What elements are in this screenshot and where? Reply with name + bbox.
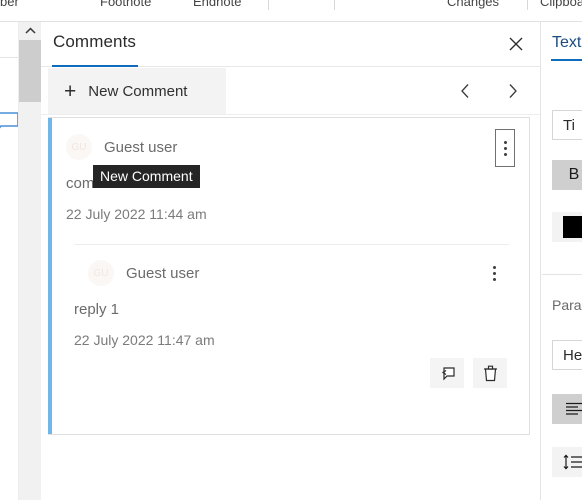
reply-text: reply 1 bbox=[74, 301, 120, 318]
comment-author-row: GU Guest user bbox=[66, 128, 515, 167]
ribbon-group-number[interactable]: ber bbox=[0, 0, 19, 11]
comment-more-options-icon[interactable] bbox=[495, 129, 515, 167]
ribbon-group-changes[interactable]: Changes bbox=[447, 0, 499, 11]
paragraph-section-label: Para bbox=[552, 297, 582, 313]
chevron-left-icon[interactable] bbox=[450, 76, 480, 106]
reply-item: GU Guest user reply 1 22 July 2022 11:47… bbox=[74, 244, 509, 398]
avatar: GU bbox=[66, 134, 92, 160]
paragraph-style-select[interactable]: He bbox=[552, 340, 582, 370]
reply-more-options-icon[interactable] bbox=[485, 257, 503, 289]
tooltip: New Comment bbox=[93, 165, 200, 188]
new-comment-label: New Comment bbox=[88, 82, 188, 100]
ribbon-separator bbox=[527, 0, 528, 10]
tab-text[interactable]: Text bbox=[552, 34, 581, 52]
tab-underline bbox=[551, 59, 582, 61]
format-panel: Text Ti B Para He bbox=[542, 22, 582, 500]
scrollbar-thumb[interactable] bbox=[19, 40, 42, 102]
delete-icon[interactable] bbox=[473, 358, 507, 388]
reply-actions bbox=[74, 348, 509, 398]
plus-icon: + bbox=[64, 79, 77, 103]
line-spacing-icon[interactable] bbox=[552, 447, 582, 477]
reply-timestamp: 22 July 2022 11:47 am bbox=[74, 332, 215, 348]
ribbon-group-endnote[interactable]: Endnote bbox=[193, 0, 241, 11]
ribbon-group-footnote[interactable]: Footnote bbox=[100, 0, 151, 11]
comments-pane-header: Comments bbox=[41, 22, 540, 67]
reply-author-row: GU Guest user bbox=[74, 257, 509, 289]
new-comment-button[interactable]: + New Comment bbox=[48, 68, 226, 114]
comments-toolbar: + New Comment bbox=[41, 67, 540, 115]
align-left-icon[interactable] bbox=[552, 394, 582, 424]
ribbon-separator bbox=[334, 0, 335, 10]
comment-body: GU Guest user comment 1 22 July 2022 11:… bbox=[48, 118, 529, 402]
chevron-right-icon[interactable] bbox=[498, 76, 528, 106]
comment-balloon-icon[interactable] bbox=[0, 112, 20, 134]
panel-divider bbox=[542, 274, 582, 275]
font-color-button[interactable] bbox=[552, 212, 582, 242]
comments-pane: Comments + New Comment GU Guest user 22 … bbox=[41, 22, 541, 500]
font-family-select[interactable]: Ti bbox=[552, 110, 582, 140]
comment-accent-bar bbox=[48, 118, 52, 434]
ribbon-group-clipboard[interactable]: Clipboa bbox=[540, 0, 582, 11]
reply-icon[interactable] bbox=[430, 358, 464, 388]
color-swatch bbox=[563, 216, 582, 238]
comment-timestamp: 22 July 2022 11:44 am bbox=[66, 206, 207, 222]
comment-author-name: Guest user bbox=[104, 138, 178, 156]
ribbon-strip: ber Footnote Endnote Changes Clipboa bbox=[0, 0, 582, 22]
page-title: Comments bbox=[53, 32, 136, 51]
avatar: GU bbox=[88, 260, 114, 286]
close-icon[interactable] bbox=[502, 30, 530, 58]
reply-author-name: Guest user bbox=[126, 264, 200, 282]
ribbon-separator bbox=[268, 0, 269, 10]
vertical-scrollbar[interactable] bbox=[18, 22, 42, 500]
chevron-up-icon[interactable] bbox=[19, 22, 42, 40]
bold-button[interactable]: B bbox=[552, 160, 582, 190]
